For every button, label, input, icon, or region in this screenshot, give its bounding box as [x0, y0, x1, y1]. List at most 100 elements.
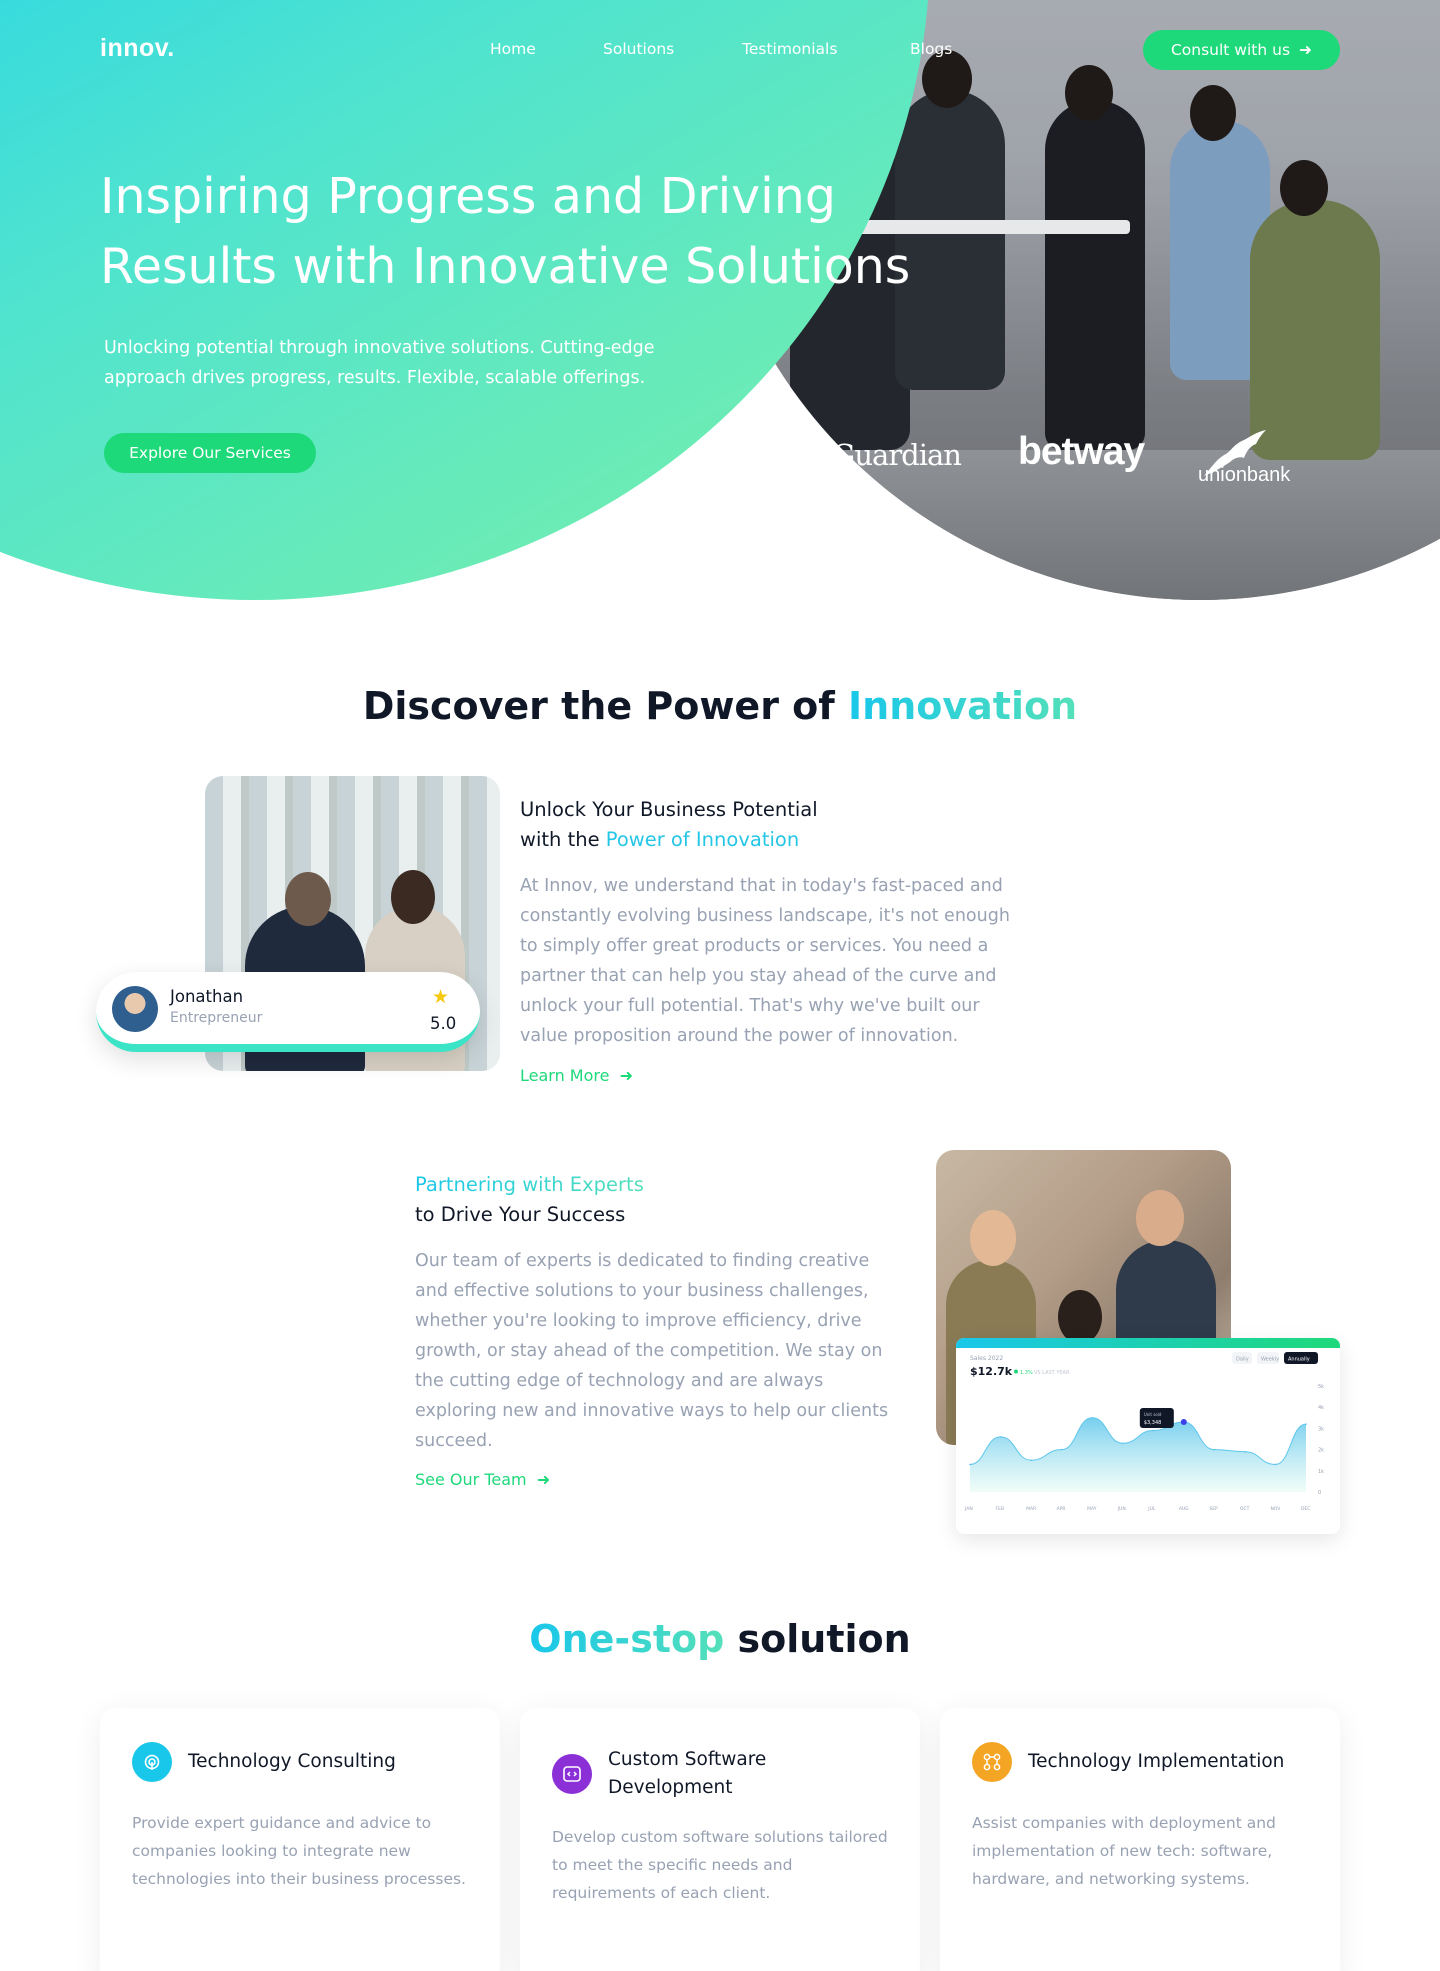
x-tick-label: MAR — [1026, 1506, 1036, 1512]
one-stop-title-rest: solution — [724, 1617, 911, 1661]
y-tick-label: 4k — [1318, 1405, 1324, 1411]
photo-person — [1250, 200, 1380, 460]
photo-person-head — [1058, 1290, 1102, 1344]
see-our-team-label: See Our Team — [415, 1470, 527, 1489]
photo-person-head — [1280, 160, 1328, 216]
sales-chart: Sales 2022 $12.7k 1.3% VS LAST YEAR Daily Wee… — [964, 1352, 1324, 1512]
x-tick-label: APR — [1057, 1506, 1066, 1512]
x-tick-label: JUL — [1147, 1506, 1156, 1512]
hero-section: innov. Home Solutions Testimonials Blogs… — [0, 0, 1440, 604]
arrow-right-icon: ➜ — [1299, 41, 1313, 59]
consult-button[interactable]: Consult with us ➜ — [1143, 30, 1340, 70]
block1-heading-accent: Power of Innovation — [605, 828, 800, 851]
discover-title-accent: Innovation — [848, 684, 1078, 728]
brand-logo[interactable]: innov. — [100, 34, 175, 63]
network-nodes-icon — [972, 1742, 1012, 1782]
nav-link-testimonials[interactable]: Testimonials — [742, 40, 837, 58]
chart-title: Sales 2022 — [970, 1355, 1003, 1362]
guardian-logo: TheGuardian — [780, 438, 962, 472]
y-tick-label: 0 — [1318, 1490, 1321, 1496]
review-name: Jonathan — [170, 987, 244, 1006]
tooltip-marker — [1180, 1419, 1187, 1426]
x-tick-label: DEC — [1301, 1506, 1310, 1512]
data-point — [1244, 1450, 1246, 1453]
chart-change-label: VS LAST YEAR — [1034, 1370, 1070, 1376]
service-title: Technology Consulting — [188, 1751, 396, 1772]
nav-link-home[interactable]: Home — [490, 40, 536, 58]
block2-body: Our team of experts is dedicated to find… — [415, 1251, 889, 1451]
chart-tab-label: Annually — [1288, 1357, 1310, 1363]
service-card-software[interactable]: Custom Software Development Develop cust… — [520, 1708, 920, 1971]
nav-link-solutions[interactable]: Solutions — [603, 40, 674, 58]
service-desc: Provide expert guidance and advice to co… — [132, 1814, 466, 1888]
data-point — [969, 1463, 971, 1466]
x-tick-label: JUN — [1117, 1506, 1126, 1512]
block2-heading-accent: Partnering with Experts — [415, 1170, 644, 1200]
block1-heading-line1: Unlock Your Business Potential — [520, 798, 818, 821]
chart-change: 1.3% — [1020, 1370, 1033, 1376]
review-card: Jonathan Entrepreneur ★ 5.0 — [96, 972, 480, 1052]
x-tick-label: AUG — [1179, 1506, 1189, 1512]
photo-person-head — [1065, 65, 1113, 121]
y-tick-label: 2k — [1318, 1448, 1324, 1454]
x-tick-label: FEB — [996, 1506, 1005, 1512]
arrow-right-icon: ➜ — [531, 1470, 551, 1489]
explore-services-button[interactable]: Explore Our Services — [104, 433, 316, 473]
x-tick-label: JAN — [964, 1506, 973, 1512]
photo-person-head — [391, 870, 435, 924]
avatar — [112, 986, 158, 1032]
block1-heading: Unlock Your Business Potential with the … — [520, 795, 1020, 855]
betway-logo: betway — [1018, 430, 1145, 473]
service-desc: Develop custom software solutions tailor… — [552, 1828, 888, 1902]
data-point — [1152, 1429, 1155, 1432]
tooltip-label: Unit sold — [1144, 1412, 1162, 1417]
y-tick-label: 1k — [1318, 1469, 1324, 1475]
data-point — [1121, 1442, 1124, 1445]
data-point — [1091, 1417, 1093, 1419]
code-window-icon — [552, 1754, 592, 1794]
change-dot-icon — [1014, 1369, 1018, 1374]
hero-subtitle: Unlocking potential through innovative s… — [104, 338, 655, 388]
block1-heading-line2: with the Power of Innovation — [520, 825, 1020, 855]
explore-services-label: Explore Our Services — [129, 444, 291, 462]
learn-more-label: Learn More — [520, 1066, 610, 1085]
y-tick-label: 3k — [1318, 1426, 1324, 1432]
service-desc: Assist companies with deployment and imp… — [972, 1814, 1276, 1888]
photo-person — [1045, 100, 1145, 450]
service-card-implementation[interactable]: Technology Implementation Assist compani… — [940, 1708, 1340, 1971]
data-point — [1060, 1448, 1063, 1451]
data-point — [1030, 1459, 1032, 1461]
block2-heading: Partnering with Experts to Drive Your Su… — [415, 1170, 915, 1230]
y-tick-label: 5k — [1318, 1384, 1324, 1390]
sales-chart-card: Sales 2022 $12.7k 1.3% VS LAST YEAR Daily Wee… — [956, 1338, 1340, 1534]
discover-title-text: Discover the Power of — [362, 684, 849, 728]
review-role: Entrepreneur — [170, 1010, 263, 1026]
chart-headline: $12.7k — [970, 1365, 1013, 1378]
block1-body: At Innov, we understand that in today's … — [520, 876, 1010, 1046]
service-title: Custom Software Development — [608, 1749, 767, 1798]
photo-person-head — [1136, 1190, 1184, 1246]
block2-heading-line2: to Drive Your Success — [415, 1203, 626, 1226]
chart-tab-label: Weekly — [1261, 1357, 1279, 1363]
service-title: Technology Implementation — [1028, 1751, 1285, 1772]
x-tick-label: NOV — [1270, 1506, 1281, 1512]
x-tick-label: MAY — [1087, 1506, 1097, 1512]
data-point — [1274, 1463, 1277, 1466]
consult-button-label: Consult with us — [1170, 41, 1291, 59]
data-point — [999, 1436, 1002, 1438]
discover-title: Discover the Power of Innovation — [0, 684, 1440, 728]
star-icon: ★ — [432, 986, 450, 1008]
service-card-consulting[interactable]: Technology Consulting Provide expert gui… — [100, 1708, 500, 1971]
chart-tab-label: Daily — [1236, 1357, 1249, 1363]
arrow-right-icon: ➜ — [614, 1066, 634, 1085]
photo-person-head — [1190, 85, 1236, 141]
learn-more-link[interactable]: Learn More ➜ — [520, 1066, 633, 1085]
data-point — [1305, 1423, 1307, 1425]
one-stop-title-accent: One-stop — [529, 1617, 725, 1661]
block1-heading-prefix: with the — [520, 828, 606, 851]
see-our-team-link[interactable]: See Our Team ➜ — [415, 1470, 550, 1489]
fingerprint-icon — [132, 1742, 172, 1782]
nav-link-blogs[interactable]: Blogs — [910, 40, 952, 58]
photo-person-head — [285, 872, 331, 926]
hero-title: Inspiring Progress and Driving Results w… — [100, 168, 911, 295]
